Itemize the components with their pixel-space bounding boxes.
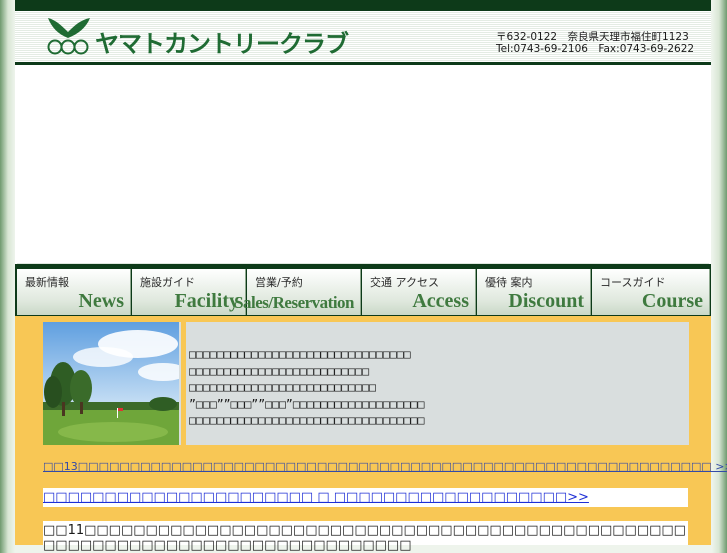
nav-access[interactable]: 交通 アクセス Access: [362, 269, 476, 315]
nav-course-jp: コースガイド: [600, 276, 666, 289]
photo-divider: [181, 322, 186, 445]
phone-fax-text: Tel:0743-69-2106 Fax:0743-69-2622: [496, 43, 695, 55]
hero-banner: [17, 66, 709, 264]
intro-line-5: □□□□□□□□□□□□□□□□□□□□□□□□□□□□□□□□□□: [189, 413, 425, 427]
main-nav: 最新情報 News 施設ガイド Facility 営業/予約 Sales/Res…: [15, 264, 711, 316]
intro-line-1: □□□□□□□□□□□□□□□□□□□□□□□□□□□□□□□□: [189, 347, 411, 361]
news-link-2[interactable]: □□□□□□□□□□□□□□□□□□□□□□ □ □□□□□□□□□□□□□□□…: [43, 490, 589, 505]
news-box-2: □□□□□□□□□□□□□□□□□□□□□□ □ □□□□□□□□□□□□□□□…: [43, 488, 688, 507]
intro-panel: □□□□□□□□□□□□□□□□□□□□□□□□□□□□□□□□ □□□□□□□□…: [43, 322, 689, 445]
nav-reservation-jp: 営業/予約: [255, 276, 303, 289]
nav-discount-jp: 優待 案内: [485, 276, 533, 289]
news-link-1[interactable]: □□13□□□□□□□□□□□□□□□□□□□□□□□□□□□□□□□□□□□□…: [43, 460, 727, 473]
nav-facility-en: Facility: [174, 290, 239, 312]
nav-access-en: Access: [412, 290, 469, 312]
nav-facility-jp: 施設ガイド: [140, 276, 195, 289]
main-content: □□□□□□□□□□□□□□□□□□□□□□□□□□□□□□□□ □□□□□□□□…: [15, 316, 727, 553]
logo-icon: [47, 18, 90, 55]
news-box-3: □□11□□□□□□□□□□□□□□□□□□□□□□□□□□□□□□□□□□□□…: [43, 521, 688, 553]
nav-reservation[interactable]: 営業/予約 Sales/Reservation: [234, 269, 361, 315]
intro-text: □□□□□□□□□□□□□□□□□□□□□□□□□□□□□□□□ □□□□□□□□…: [189, 346, 424, 429]
site-header: ヤマトカントリークラブ 〒632-0122 奈良県天理市福住町1123 Tel:…: [15, 11, 711, 65]
nav-access-jp: 交通 アクセス: [370, 276, 439, 289]
golf-course-photo: [43, 322, 179, 445]
intro-line-2: □□□□□□□□□□□□□□□□□□□□□□□□□□: [189, 363, 370, 378]
nav-news[interactable]: 最新情報 News: [17, 269, 131, 315]
nav-discount[interactable]: 優待 案内 Discount: [477, 269, 591, 315]
nav-discount-en: Discount: [508, 290, 584, 312]
intro-line-3: □□□□□□□□□□□□□□□□□□□□□□□□□□□: [189, 380, 376, 394]
intro-line-4: ”□□□””□□□””□□□”□□□□□□□□□□□□□□□□□□□: [189, 396, 425, 411]
nav-news-jp: 最新情報: [25, 276, 69, 289]
news-text-3: □□11□□□□□□□□□□□□□□□□□□□□□□□□□□□□□□□□□□□□…: [43, 523, 686, 553]
site-logo-text[interactable]: ヤマトカントリークラブ: [95, 24, 349, 59]
top-bar: [15, 0, 711, 11]
address-text: 〒632-0122 奈良県天理市福住町1123: [496, 31, 689, 43]
nav-facility[interactable]: 施設ガイド Facility: [132, 269, 246, 315]
nav-course-en: Course: [641, 290, 703, 312]
nav-reservation-en: Sales/Reservation: [234, 293, 354, 312]
contact-info: 〒632-0122 奈良県天理市福住町1123 Tel:0743-69-2106…: [496, 31, 694, 55]
nav-course[interactable]: コースガイド Course: [592, 269, 710, 315]
nav-news-en: News: [78, 290, 124, 312]
